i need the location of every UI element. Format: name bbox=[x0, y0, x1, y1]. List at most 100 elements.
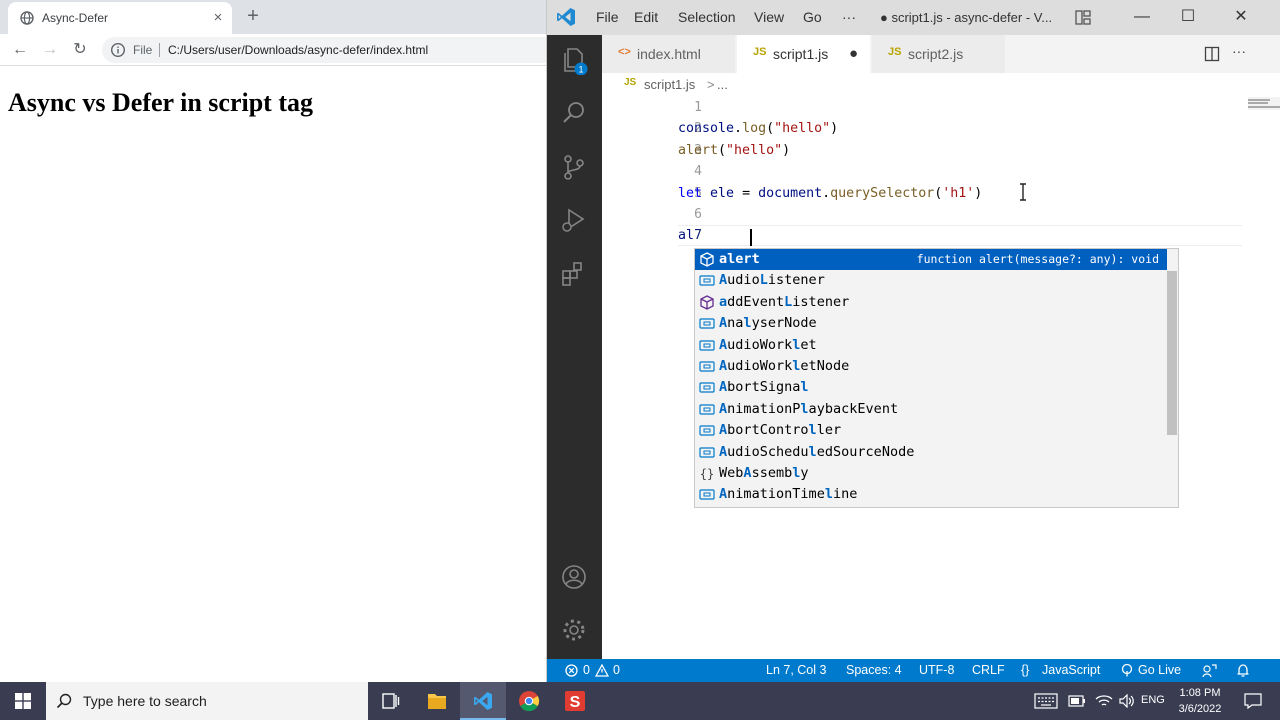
suggestion-item[interactable]: alert function alert(message?: any): void bbox=[695, 249, 1167, 271]
suggestion-label: alert bbox=[719, 251, 760, 267]
input-language[interactable]: ENG bbox=[1141, 694, 1165, 706]
go-live-button[interactable]: Go Live bbox=[1138, 663, 1181, 677]
close-window-button[interactable]: ✕ bbox=[1218, 0, 1264, 35]
taskbar-search[interactable]: Type here to search bbox=[46, 682, 368, 720]
source-control-icon[interactable] bbox=[559, 152, 589, 182]
autocomplete-suggestions[interactable]: alert function alert(message?: any): void… bbox=[694, 248, 1179, 508]
suggestion-item[interactable]: AudioListener bbox=[695, 270, 1167, 291]
suggestion-label: AnimationTimeline bbox=[719, 486, 858, 503]
screen-recorder-icon[interactable]: S bbox=[552, 682, 598, 720]
suggestion-item[interactable]: AudioScheduledSourceNode bbox=[695, 442, 1167, 463]
window-title: ● script1.js - async-defer - V... bbox=[880, 10, 1053, 25]
address-divider bbox=[159, 43, 160, 57]
tab-script1-js[interactable]: JS script1.js ● bbox=[737, 35, 871, 73]
settings-gear-icon[interactable] bbox=[559, 615, 589, 645]
notification-center-icon[interactable] bbox=[1244, 693, 1262, 709]
search-icon[interactable] bbox=[559, 98, 589, 128]
status-bar: 0 0 Ln 7, Col 3 Spaces: 4 UTF-8 CRLF {} … bbox=[547, 659, 1280, 682]
search-placeholder[interactable]: Type here to search bbox=[83, 693, 207, 709]
vscode-taskbar-button[interactable] bbox=[460, 682, 506, 720]
suggestion-item[interactable]: AbortSignal bbox=[695, 377, 1167, 398]
token: ) bbox=[782, 142, 791, 158]
line-number: 6 bbox=[694, 207, 702, 222]
menu-more[interactable]: ··· bbox=[842, 9, 856, 25]
tab-index-html[interactable]: <> index.html bbox=[602, 35, 736, 73]
suggestion-item[interactable]: AnimationPlaybackEvent bbox=[695, 399, 1167, 420]
code-line[interactable]: 4 bbox=[602, 161, 1252, 182]
suggestion-item[interactable]: {} WebAssembly bbox=[695, 463, 1167, 484]
suggestion-item[interactable]: AnimationTimeline bbox=[695, 484, 1167, 505]
code-line[interactable]: 6 bbox=[602, 204, 1252, 225]
tab-script2-js[interactable]: JS script2.js bbox=[872, 35, 1006, 73]
layout-icon[interactable] bbox=[1075, 10, 1091, 25]
code-line[interactable]: 1 bbox=[602, 97, 1252, 118]
code-line[interactable]: 5 let ele = document.querySelector('h1') bbox=[602, 183, 1252, 204]
new-tab-button[interactable]: + bbox=[242, 5, 264, 27]
activity-bar: 1 bbox=[547, 35, 602, 659]
forward-button[interactable]: → bbox=[40, 40, 60, 60]
back-button[interactable]: ← bbox=[10, 40, 30, 60]
code-line[interactable]: 2 console.log("hello") bbox=[602, 118, 1252, 139]
split-editor-icon[interactable] bbox=[1204, 46, 1220, 62]
breadcrumb-file[interactable]: script1.js bbox=[644, 77, 695, 92]
variable-icon bbox=[699, 489, 715, 500]
more-actions-icon[interactable]: ··· bbox=[1232, 43, 1246, 59]
wifi-icon[interactable] bbox=[1095, 694, 1113, 708]
vscode-logo-icon bbox=[474, 692, 492, 710]
windows-start-icon[interactable] bbox=[0, 682, 46, 720]
line-ending[interactable]: CRLF bbox=[972, 663, 1005, 677]
suggestion-item[interactable]: addEventListener bbox=[695, 292, 1167, 313]
suggestion-item[interactable]: AnalyserNode bbox=[695, 313, 1167, 334]
breadcrumb-symbol[interactable]: ... bbox=[717, 77, 728, 92]
error-count[interactable]: 0 bbox=[583, 663, 590, 677]
suggestion-item[interactable]: AudioWorklet bbox=[695, 335, 1167, 356]
menu-file[interactable]: File bbox=[596, 9, 619, 25]
extensions-icon[interactable] bbox=[559, 259, 589, 289]
task-view-icon[interactable] bbox=[367, 682, 413, 720]
account-icon[interactable] bbox=[559, 562, 589, 592]
feedback-icon[interactable] bbox=[1202, 663, 1217, 678]
menu-edit[interactable]: Edit bbox=[634, 9, 658, 25]
chrome-icon[interactable] bbox=[506, 682, 552, 720]
suggestion-item[interactable]: AudioWorkletNode bbox=[695, 356, 1167, 377]
code-line[interactable]: 3 alert("hello") bbox=[602, 140, 1252, 161]
language-mode[interactable]: JavaScript bbox=[1042, 663, 1100, 677]
encoding[interactable]: UTF-8 bbox=[919, 663, 954, 677]
error-icon[interactable] bbox=[565, 664, 578, 677]
token: document bbox=[758, 185, 823, 201]
run-debug-icon[interactable] bbox=[559, 205, 589, 235]
file-explorer-icon[interactable] bbox=[414, 682, 460, 720]
token: ( bbox=[766, 121, 775, 137]
suggestion-scrollbar[interactable] bbox=[1167, 271, 1177, 435]
warning-count[interactable]: 0 bbox=[613, 663, 620, 677]
address-bar[interactable]: File C:/Users/user/Downloads/async-defer… bbox=[102, 37, 548, 63]
explorer-icon[interactable]: 1 bbox=[559, 45, 589, 75]
menu-go[interactable]: Go bbox=[803, 9, 822, 25]
url-text[interactable]: C:/Users/user/Downloads/async-defer/inde… bbox=[168, 43, 428, 57]
suggestion-item[interactable]: AbortController bbox=[695, 420, 1167, 441]
notifications-bell-icon[interactable] bbox=[1236, 663, 1250, 678]
system-clock[interactable]: 1:08 PM 3/6/2022 bbox=[1172, 685, 1228, 717]
token: . bbox=[822, 185, 831, 201]
method-cube-icon bbox=[700, 295, 714, 310]
minimize-button[interactable]: — bbox=[1119, 0, 1165, 35]
token: alert bbox=[678, 142, 719, 158]
close-tab-icon[interactable]: × bbox=[208, 8, 228, 28]
menu-view[interactable]: View bbox=[754, 9, 784, 25]
menu-selection[interactable]: Selection bbox=[678, 9, 736, 25]
cursor-position[interactable]: Ln 7, Col 3 bbox=[766, 663, 826, 677]
suggestion-detail: function alert(message?: any): void bbox=[916, 252, 1159, 266]
indentation[interactable]: Spaces: 4 bbox=[846, 663, 902, 677]
warning-icon[interactable] bbox=[595, 664, 609, 677]
code-text: al bbox=[678, 228, 694, 243]
minimap[interactable] bbox=[1248, 97, 1280, 659]
volume-icon[interactable] bbox=[1119, 694, 1135, 708]
unsaved-dot-icon[interactable]: ● bbox=[849, 45, 858, 62]
code-line-current[interactable]: 7 al bbox=[602, 225, 1252, 246]
reload-button[interactable]: ↻ bbox=[70, 40, 90, 60]
battery-icon[interactable] bbox=[1068, 695, 1086, 707]
browser-tab[interactable]: Async-Defer × bbox=[8, 2, 232, 34]
keyboard-icon[interactable] bbox=[1034, 693, 1058, 709]
info-icon[interactable] bbox=[110, 42, 126, 58]
maximize-button[interactable]: ☐ bbox=[1165, 0, 1211, 35]
